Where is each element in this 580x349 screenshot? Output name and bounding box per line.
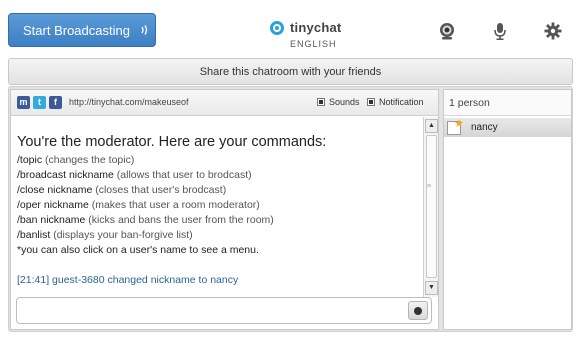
user-list-panel: 1 person ★ nancy xyxy=(443,89,572,330)
command-line: /oper nickname (makes that user a room m… xyxy=(17,198,417,213)
message-log: You're the moderator. Here are your comm… xyxy=(17,133,417,288)
tinychat-room: Start Broadcasting tinychat ENGLISH Shar… xyxy=(0,0,580,349)
facebook-icon[interactable]: f xyxy=(49,96,62,109)
system-message: [21:41] guest-3680 changed nickname to n… xyxy=(17,274,239,286)
scroll-thumb[interactable] xyxy=(426,135,437,278)
logo-text: tinychat xyxy=(290,20,342,35)
scroll-down-arrow-icon[interactable]: ▼ xyxy=(425,281,438,295)
send-button[interactable] xyxy=(408,301,428,320)
command-desc: (closes that user's brodcast) xyxy=(92,184,227,196)
chat-panel: m t f http://tinychat.com/makeuseof Soun… xyxy=(10,89,439,330)
scroll-up-arrow-icon[interactable]: ▲ xyxy=(425,119,438,133)
start-broadcasting-button[interactable]: Start Broadcasting xyxy=(8,13,156,47)
scroll-grip-icon: ≡ xyxy=(427,183,432,190)
command-desc: (changes the topic) xyxy=(42,154,135,166)
notification-option[interactable]: Notification xyxy=(367,97,424,107)
sounds-checkbox[interactable] xyxy=(317,98,325,106)
command-line: /ban nickname (kicks and bans the user f… xyxy=(17,213,417,228)
sounds-label: Sounds xyxy=(329,97,360,107)
command-desc: (kicks and bans the user from the room) xyxy=(85,214,274,226)
command-name: /close nickname xyxy=(17,184,93,196)
command-line: /topic (changes the topic) xyxy=(17,153,417,168)
user-list-item[interactable]: ★ nancy xyxy=(444,118,571,137)
command-line: /broadcast nickname (allows that user to… xyxy=(17,168,417,183)
webcam-icon[interactable] xyxy=(438,22,456,40)
microphone-icon[interactable] xyxy=(491,22,509,40)
command-line: /close nickname (closes that user's brod… xyxy=(17,183,417,198)
chat-scrollbar[interactable]: ▲ ≡ ▼ xyxy=(423,117,438,297)
command-name: /banlist xyxy=(17,229,51,241)
moderator-star-icon: ★ xyxy=(454,117,464,130)
share-chatroom-button[interactable]: Share this chatroom with your friends xyxy=(8,58,573,85)
user-name: nancy xyxy=(471,122,498,133)
command-desc: (allows that user to brodcast) xyxy=(113,169,252,181)
tinychat-logo-icon xyxy=(270,20,284,35)
chat-toolbar: m t f http://tinychat.com/makeuseof Soun… xyxy=(11,90,438,116)
command-name: /broadcast nickname xyxy=(17,169,114,181)
menu-tip: *you can also click on a user's name to … xyxy=(17,244,259,256)
message-input[interactable] xyxy=(16,297,432,324)
language-selector[interactable]: ENGLISH xyxy=(290,39,337,49)
broadcast-waves-icon xyxy=(140,24,150,36)
start-broadcasting-label: Start Broadcasting xyxy=(23,22,130,38)
notification-label: Notification xyxy=(379,97,424,107)
command-name: /topic xyxy=(17,154,43,166)
command-name: /oper nickname xyxy=(17,199,89,211)
send-bubble-icon xyxy=(414,306,422,315)
myspace-icon[interactable]: m xyxy=(17,96,30,109)
room-url[interactable]: http://tinychat.com/makeuseof xyxy=(69,97,189,107)
command-name: /ban nickname xyxy=(17,214,86,226)
share-label: Share this chatroom with your friends xyxy=(199,65,382,78)
notification-checkbox[interactable] xyxy=(367,98,375,106)
moderator-title: You're the moderator. Here are your comm… xyxy=(17,134,327,150)
tinychat-logo[interactable]: tinychat xyxy=(270,20,341,35)
command-desc: (displays your ban-forgive list) xyxy=(50,229,193,241)
sounds-option[interactable]: Sounds xyxy=(317,97,360,107)
twitter-icon[interactable]: t xyxy=(33,96,46,109)
user-count: 1 person xyxy=(444,90,571,116)
command-line: /banlist (displays your ban-forgive list… xyxy=(17,228,417,243)
settings-gear-icon[interactable] xyxy=(544,22,562,40)
command-desc: (makes that user a room moderator) xyxy=(88,199,260,211)
avatar: ★ xyxy=(447,118,464,135)
